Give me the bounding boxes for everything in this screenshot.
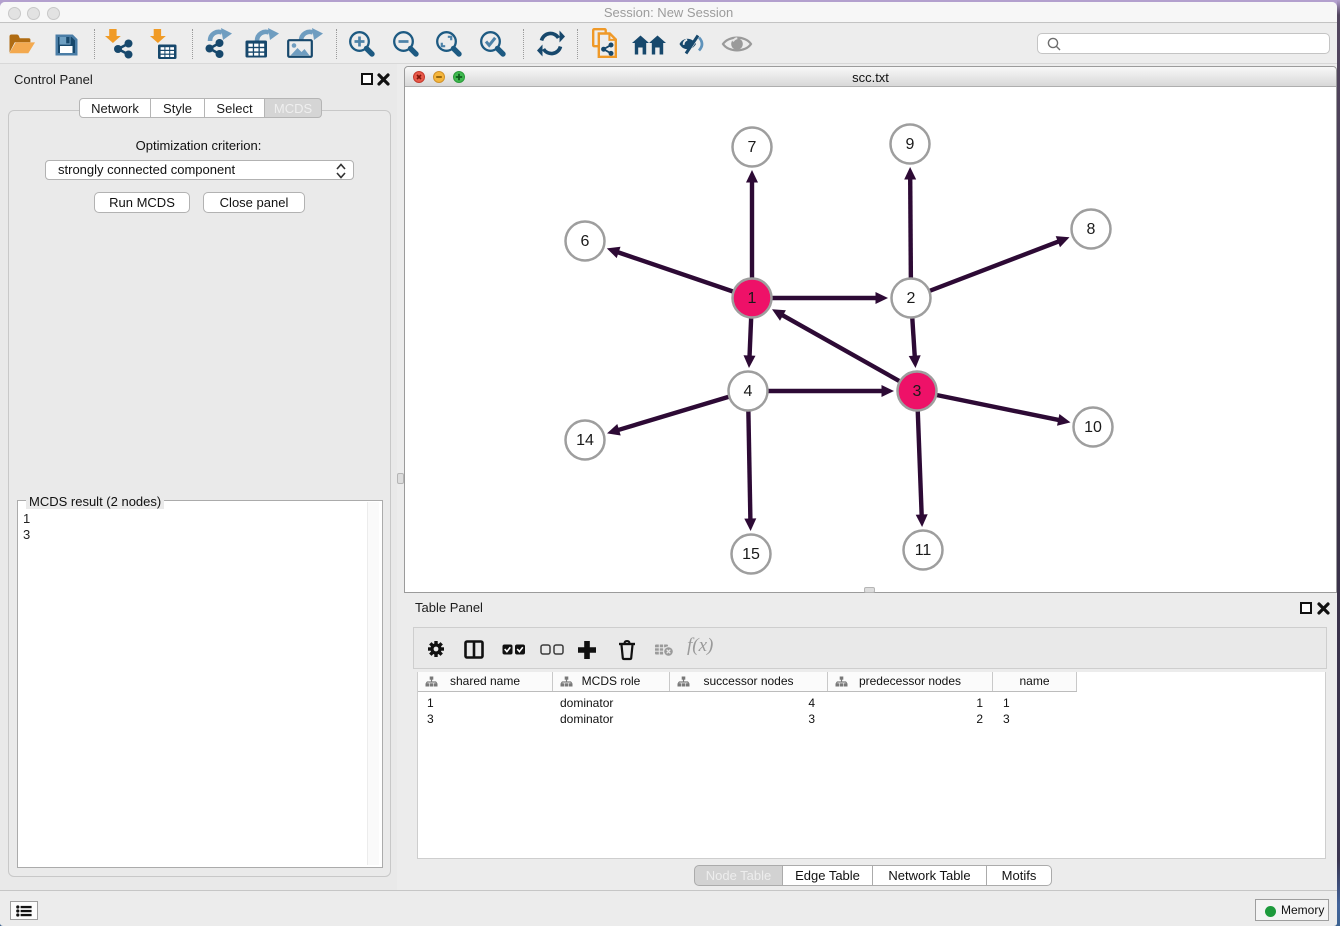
svg-text:14: 14 [576, 432, 594, 449]
svg-text:6: 6 [581, 233, 590, 250]
svg-text:2: 2 [907, 290, 916, 307]
svg-text:4: 4 [744, 383, 753, 400]
svg-text:10: 10 [1084, 419, 1102, 436]
svg-text:8: 8 [1087, 221, 1096, 238]
svg-text:15: 15 [742, 546, 760, 563]
svg-text:7: 7 [748, 139, 757, 156]
svg-text:1: 1 [748, 290, 757, 307]
svg-text:9: 9 [906, 136, 915, 153]
svg-text:3: 3 [913, 383, 922, 400]
svg-text:11: 11 [915, 542, 932, 559]
